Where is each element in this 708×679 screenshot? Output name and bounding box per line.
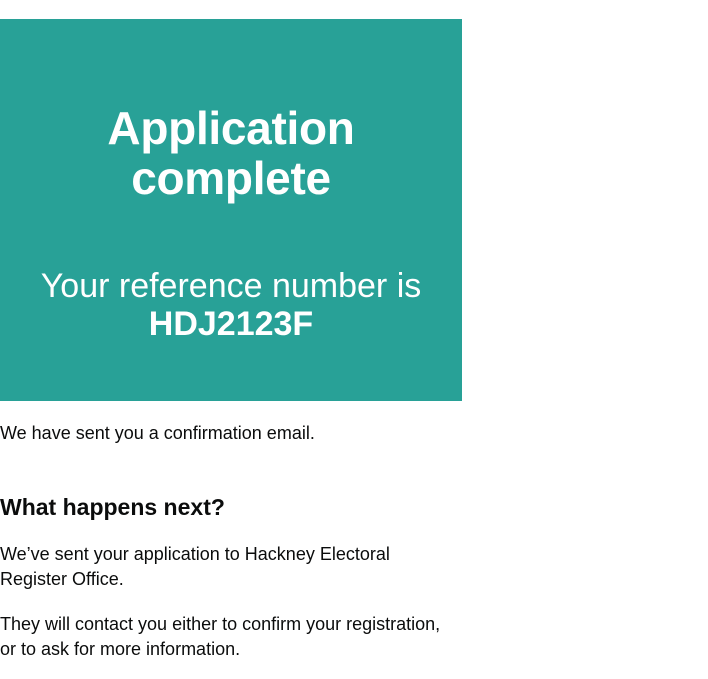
paragraph-2-line-2: or to ask for more information. bbox=[0, 639, 241, 659]
panel-title-line1: Application bbox=[107, 102, 355, 154]
panel-title: Application complete bbox=[0, 103, 462, 203]
paragraph-1-line-1: We’ve sent your application to Hackney E… bbox=[0, 544, 390, 564]
panel-title-line2: complete bbox=[131, 152, 331, 204]
panel-body: Your reference number is HDJ2123F bbox=[0, 267, 462, 343]
what-happens-next-heading: What happens next? bbox=[0, 494, 225, 520]
confirmation-email-text: We have sent you a confirmation email. bbox=[0, 423, 315, 443]
confirmation-panel: Application complete Your reference numb… bbox=[0, 19, 462, 401]
next-steps-paragraph-1: We’ve sent your application to Hackney E… bbox=[0, 542, 462, 592]
reference-number: HDJ2123F bbox=[148, 305, 314, 343]
next-steps-paragraph-2: They will contact you either to confirm … bbox=[0, 612, 462, 662]
paragraph-1-line-2: Register Office. bbox=[0, 569, 124, 589]
reference-label: Your reference number is bbox=[40, 267, 422, 305]
paragraph-2-line-1: They will contact you either to confirm … bbox=[0, 614, 441, 634]
main-content: Application complete Your reference numb… bbox=[0, 19, 462, 662]
